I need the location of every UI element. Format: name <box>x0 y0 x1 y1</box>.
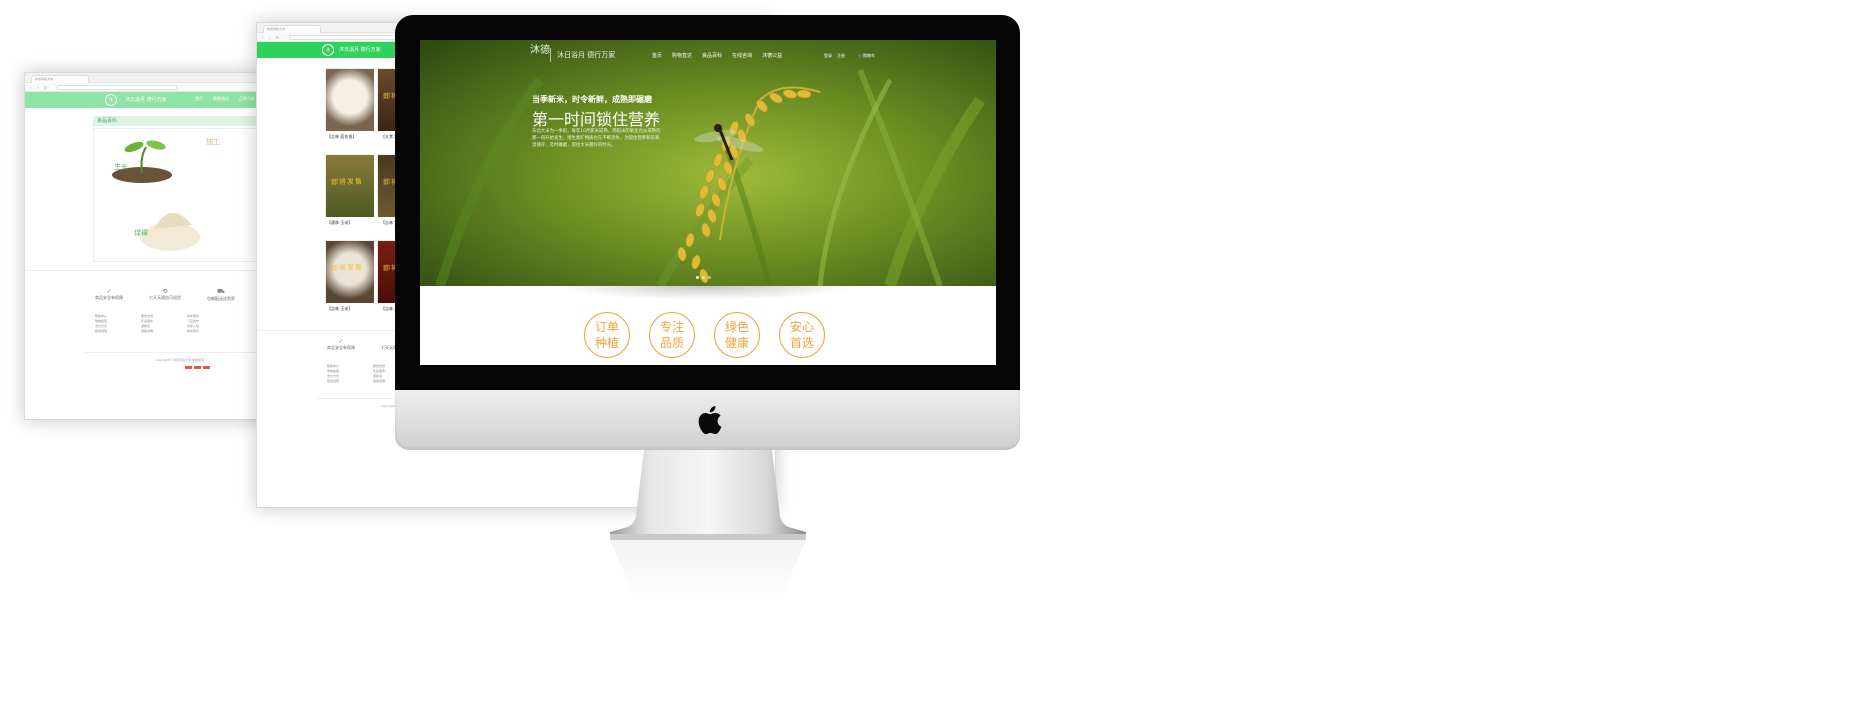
badge-focus-quality: 专注 品质 <box>649 312 695 358</box>
nav-item-home[interactable]: 首页 <box>195 96 203 102</box>
service-row: ✓ 商品安全有保障 ⟲ 七天无理由可退货 ⛟ 包邮配送送到家 <box>95 288 235 302</box>
nav-item-shop[interactable]: 购物直达 <box>672 52 692 59</box>
plant-illustration: 生长 绿禅 <box>112 140 200 251</box>
site-slogan: 沐日浴月 德行万家 <box>125 97 167 103</box>
hero-title: 第一时间锁住营养 <box>532 110 661 129</box>
carousel-dot[interactable] <box>708 276 711 279</box>
footer-link[interactable]: 联系我们 <box>187 329 199 334</box>
product-card[interactable]: 即将发售 <box>325 240 374 303</box>
hero-description: 东北大米为一季稻，每年10月新米成熟，而稻米的氧化也从成熟的那一刻开始发生，接生… <box>532 129 661 148</box>
hero-subtitle: 当季新米，时令新鲜，成熟即碾磨 <box>532 95 652 104</box>
coming-soon-stamp: 即将发售 <box>330 263 364 273</box>
product-card[interactable]: 即将发售 <box>325 154 374 217</box>
footer-columns: 帮助中心购物指南支付方式配送说明 服务支持售后服务退换货发票说明 商家服务门店合… <box>95 314 199 334</box>
check-icon: ✓ <box>338 338 344 345</box>
site-slogan: 沐日浴月 德行万家 <box>339 47 381 53</box>
url-input[interactable] <box>57 85 177 90</box>
nav-item-wiki[interactable]: 良品百科 <box>702 52 722 59</box>
carousel-dots <box>696 276 711 279</box>
nav-item-home[interactable]: 首页 <box>652 52 662 59</box>
screen-site-nav: 沐德 沐日浴月 德行万家 首页 购物直达 良品百科 在线咨询 沐德公益 登录 注… <box>420 46 996 66</box>
plant-label-grow: 生长 <box>114 162 128 171</box>
apple-logo-icon <box>698 406 722 435</box>
site-nav: 首页 购物直达 品种百科 <box>195 96 255 102</box>
footer-link[interactable]: 配送说明 <box>95 329 107 334</box>
footer-link[interactable]: 发票说明 <box>141 329 153 334</box>
service-safe: ✓ 商品安全有保障 <box>95 288 123 300</box>
imac-stand <box>610 450 806 540</box>
badge-order-planting: 订单 种植 <box>584 312 630 358</box>
carousel-dot[interactable] <box>696 276 699 279</box>
nav-item-consult[interactable]: 在线咨询 <box>732 52 752 59</box>
footer-col-merchant: 商家服务门店合作商家入驻联系我们 <box>187 314 199 334</box>
stand-reflection <box>610 540 806 600</box>
browser-tab[interactable]: 沐德有机大米 <box>31 75 89 83</box>
footer-col-help: 帮助中心 购物指南 支付方式 配送说明 <box>327 364 339 384</box>
nav-arrows-icon[interactable]: ‹ › ↻ <box>30 85 49 90</box>
nav-item-charity[interactable]: 沐德公益 <box>762 52 782 59</box>
banner-shadow <box>556 286 856 300</box>
plant-label-process: 加工 <box>206 138 220 146</box>
mockup-stage: 沐德有机大米 ‹ › ↻ 沐 沐日浴月 德行万家 首页 购物直达 品种百科 良品… <box>0 0 1870 710</box>
nav-item-wiki[interactable]: 品种百科 <box>239 96 255 102</box>
nav-arrows-icon[interactable]: ‹ › ↻ <box>262 35 281 40</box>
logo-icon[interactable]: 沐 <box>105 94 117 106</box>
url-input[interactable] <box>289 35 409 40</box>
coming-soon-stamp: 即将发售 <box>330 177 364 187</box>
cart-link[interactable]: 🛒购物车 <box>858 53 875 59</box>
rice-field-photo <box>420 40 996 286</box>
hero-banner: 沐德 沐日浴月 德行万家 首页 购物直达 良品百科 在线咨询 沐德公益 登录 注… <box>420 40 996 286</box>
product-image <box>326 69 374 131</box>
product-caption[interactable]: 【吉林 玉米】 <box>327 306 352 312</box>
browser-tab[interactable]: 沐德有机大米 <box>263 25 321 33</box>
truck-icon: ⛟ <box>217 288 225 295</box>
service-safe: ✓ 商品安全有保障 <box>327 338 355 350</box>
logo-separator <box>550 48 551 62</box>
trust-badge <box>194 366 201 369</box>
badge-green-health: 绿色 健康 <box>714 312 760 358</box>
imac-screen: 沐德 沐日浴月 德行万家 首页 购物直达 良品百科 在线咨询 沐德公益 登录 注… <box>420 40 996 365</box>
check-icon: ✓ <box>106 288 112 295</box>
product-caption[interactable]: 【吉林 稻花香】 <box>327 134 356 140</box>
footer-col-service: 服务支持 售后服务 退换货 发票说明 <box>141 314 153 334</box>
site-logo[interactable]: 沐德 <box>530 46 550 56</box>
trust-badges <box>185 366 210 369</box>
badge-safe-choice: 安心 首选 <box>779 312 825 358</box>
return-icon: ⟲ <box>162 288 168 295</box>
trust-badge <box>185 366 192 369</box>
nav-item-shop[interactable]: 购物直达 <box>213 96 229 102</box>
plant-label-green: 绿禅 <box>134 228 148 237</box>
main-menu: 首页 购物直达 良品百科 在线咨询 沐德公益 <box>652 52 782 59</box>
trust-badge <box>203 366 210 369</box>
product-caption[interactable]: 【通林 玉米】 <box>327 220 352 226</box>
copyright: copyright© 沐德有机大米 版权所有 <box>155 358 205 362</box>
site-slogan: 沐日浴月 德行万家 <box>557 51 616 59</box>
service-delivery: ⛟ 包邮配送送到家 <box>207 288 235 301</box>
login-link[interactable]: 登录 <box>824 53 832 59</box>
footer-link[interactable]: 配送说明 <box>327 379 339 384</box>
service-return: ⟲七天无理由可退货 <box>149 288 181 300</box>
product-card[interactable] <box>325 68 374 131</box>
footer-col-service: 服务支持 售后服务 退换货 发票说明 <box>373 364 385 384</box>
cart-label: 购物车 <box>862 53 875 58</box>
footer-link[interactable]: 发票说明 <box>373 379 385 384</box>
footer-col-help: 帮助中心 购物指南 支付方式 配送说明 <box>95 314 107 334</box>
account-links: 登录 注册 <box>824 53 845 59</box>
feature-badges: 订单 种植 专注 品质 绿色 健康 安心 首选 <box>584 312 825 358</box>
carousel-dot[interactable] <box>702 276 705 279</box>
register-link[interactable]: 注册 <box>837 53 845 59</box>
logo-icon[interactable]: 沐 <box>322 44 334 56</box>
